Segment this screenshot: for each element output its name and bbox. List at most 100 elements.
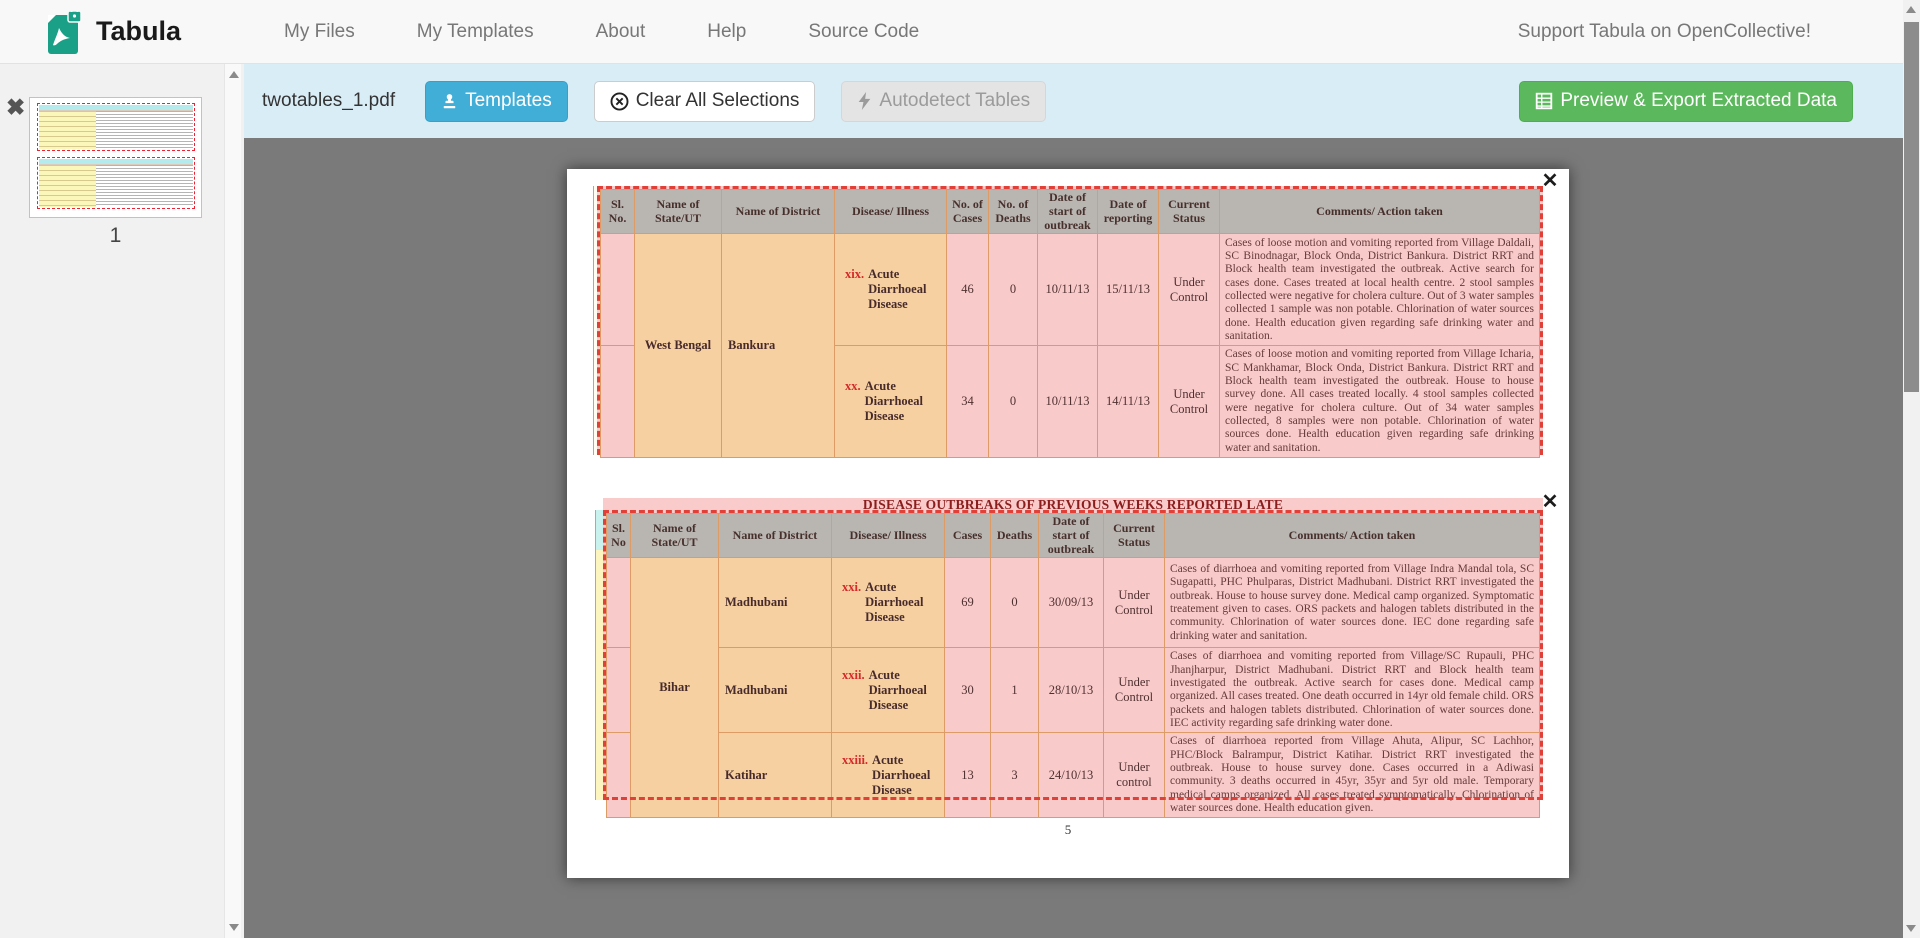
scroll-up-icon[interactable]: [1906, 6, 1916, 13]
spreadsheet-icon: [1535, 92, 1553, 110]
header-sl-no: Sl. No.: [601, 190, 635, 234]
brand-name: Tabula: [96, 16, 181, 47]
nav-item-my-files[interactable]: My Files: [253, 11, 386, 53]
nav-item-help[interactable]: Help: [676, 11, 777, 53]
pdf-page[interactable]: ✕ ✕ Sl. No. Name of State/UT Name of Dis…: [567, 169, 1569, 878]
table-2-edge-sliver: [595, 510, 603, 800]
scroll-up-icon[interactable]: [229, 71, 239, 78]
cell-state: West Bengal: [635, 234, 722, 458]
autodetect-tables-button[interactable]: Autodetect Tables: [841, 81, 1046, 122]
page-thumbnail-sidebar: ✖ 1: [0, 64, 244, 938]
cell-comment: Cases of diarrhoea reported from Village…: [1165, 733, 1540, 818]
disease-name: Acute Diarrhoeal Disease: [872, 753, 940, 798]
cell-date-start: 24/10/13: [1039, 733, 1104, 818]
header-sl-no: Sl. No: [607, 514, 631, 558]
toolbar: twotables_1.pdf Templates Clear All Sele…: [244, 64, 1903, 138]
header-date-reporting: Date of reporting: [1098, 190, 1159, 234]
header-disease: Disease/ Illness: [835, 190, 947, 234]
cell-district: Katihar: [719, 733, 832, 818]
templates-button[interactable]: Templates: [425, 81, 568, 122]
cell-date-reporting: 15/11/13: [1098, 234, 1159, 346]
row-numeral: xix.: [845, 267, 864, 312]
cell-date-start: 10/11/13: [1038, 234, 1098, 346]
cell-sl-no: [601, 234, 635, 346]
scrollbar-thumb[interactable]: [1904, 22, 1919, 392]
header-cases: No. of Cases: [947, 190, 989, 234]
cell-status: Under Control: [1104, 648, 1165, 733]
thumbnail-selection-2: [37, 157, 195, 209]
cell-deaths: 0: [991, 558, 1039, 648]
cell-disease: xix.Acute Diarrhoeal Disease: [835, 234, 947, 346]
circled-x-icon: [610, 92, 629, 111]
stamp-icon: [441, 93, 458, 110]
table-row: Katihar xxiii.Acute Diarrhoeal Disease 1…: [607, 733, 1540, 818]
cell-district: Bankura: [722, 234, 835, 458]
sidebar-scrollbar[interactable]: [224, 64, 241, 938]
cell-cases: 69: [945, 558, 991, 648]
scroll-down-icon[interactable]: [229, 924, 239, 931]
outbreak-table-2: Sl. No Name of State/UT Name of District…: [606, 513, 1540, 818]
selection-2-close-icon[interactable]: ✕: [1539, 491, 1561, 513]
cell-disease: xx.Acute Diarrhoeal Disease: [835, 346, 947, 458]
cell-status: Under Control: [1104, 558, 1165, 648]
nav-item-source-code[interactable]: Source Code: [777, 11, 950, 53]
cell-date-reporting: 14/11/13: [1098, 346, 1159, 458]
cell-sl-no: [607, 558, 631, 648]
cell-deaths: 0: [989, 346, 1038, 458]
disease-name: Acute Diarrhoeal Disease: [869, 668, 937, 713]
window-scrollbar[interactable]: [1903, 0, 1920, 938]
table-row: Bihar Madhubani xxi.Acute Diarrhoeal Dis…: [607, 558, 1540, 648]
preview-export-button[interactable]: Preview & Export Extracted Data: [1519, 81, 1853, 122]
cell-comment: Cases of loose motion and vomiting repor…: [1220, 346, 1540, 458]
header-state: Name of State/UT: [631, 514, 719, 558]
header-date-start: Date of start of outbreak: [1039, 514, 1104, 558]
selection-1-close-icon[interactable]: ✕: [1539, 170, 1561, 192]
pdf-page-number: 5: [567, 822, 1569, 838]
header-comments: Comments/ Action taken: [1165, 514, 1540, 558]
thumbnail-page-number: 1: [29, 224, 202, 248]
row-numeral: xxiii.: [842, 753, 868, 798]
cell-cases: 34: [947, 346, 989, 458]
cell-date-start: 10/11/13: [1038, 346, 1098, 458]
tabula-pdf-logo-icon: [44, 9, 84, 55]
cell-comment: Cases of diarrhoea and vomiting reported…: [1165, 558, 1540, 648]
scroll-down-icon[interactable]: [1906, 925, 1916, 932]
cell-date-start: 28/10/13: [1039, 648, 1104, 733]
thumbnail-selection-1: [37, 103, 195, 151]
export-button-label: Preview & Export Extracted Data: [1560, 90, 1837, 112]
cell-disease: xxii.Acute Diarrhoeal Disease: [832, 648, 945, 733]
header-district: Name of District: [719, 514, 832, 558]
cell-date-start: 30/09/13: [1039, 558, 1104, 648]
remove-page-icon[interactable]: ✖: [6, 96, 25, 119]
table-2-header-row: Sl. No Name of State/UT Name of District…: [607, 514, 1540, 558]
cell-sl-no: [607, 648, 631, 733]
cell-disease: xxiii.Acute Diarrhoeal Disease: [832, 733, 945, 818]
header-status: Current Status: [1104, 514, 1165, 558]
row-numeral: xx.: [845, 379, 861, 424]
templates-button-label: Templates: [465, 90, 552, 112]
cell-status: Under control: [1104, 733, 1165, 818]
page-1-thumbnail[interactable]: [29, 97, 202, 218]
table-selection-1[interactable]: Sl. No. Name of State/UT Name of Distric…: [597, 186, 1543, 455]
cell-cases: 13: [945, 733, 991, 818]
navbar: Tabula My Files My Templates About Help …: [0, 0, 1903, 64]
cell-comment: Cases of diarrhoea and vomiting reported…: [1165, 648, 1540, 733]
row-numeral: xxii.: [842, 668, 865, 713]
cell-sl-no: [607, 733, 631, 818]
nav-item-about[interactable]: About: [565, 11, 677, 53]
clear-all-selections-button[interactable]: Clear All Selections: [594, 81, 816, 122]
table-selection-2[interactable]: DISEASE OUTBREAKS OF PREVIOUS WEEKS REPO…: [603, 498, 1543, 800]
cell-status: Under Control: [1159, 346, 1220, 458]
autodetect-button-label: Autodetect Tables: [879, 90, 1030, 112]
cell-district: Madhubani: [719, 558, 832, 648]
nav-item-my-templates[interactable]: My Templates: [386, 11, 565, 53]
row-numeral: xxi.: [842, 580, 861, 625]
cell-deaths: 3: [991, 733, 1039, 818]
header-deaths: No. of Deaths: [989, 190, 1038, 234]
lightning-bolt-icon: [857, 92, 872, 110]
header-cases: Cases: [945, 514, 991, 558]
nav-links: My Files My Templates About Help Source …: [253, 11, 950, 53]
cell-deaths: 0: [989, 234, 1038, 346]
support-link[interactable]: Support Tabula on OpenCollective!: [1518, 21, 1811, 43]
header-deaths: Deaths: [991, 514, 1039, 558]
